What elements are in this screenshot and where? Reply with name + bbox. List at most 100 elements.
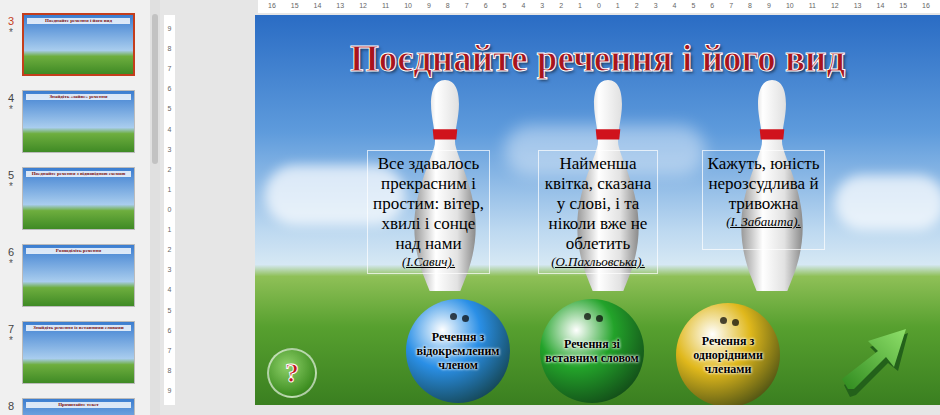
sentence-box[interactable]: Найменша квітка, сказана у слові, і та н… [538,150,658,274]
ruler-left: 9876543210123456789 [164,15,175,405]
ruler-number: 6 [710,1,714,12]
ruler-number: 3 [654,1,658,12]
ruler-number: 3 [168,266,172,274]
ruler-number: 8 [168,45,172,53]
slide-thumbnail[interactable]: Розподіліть речення [22,244,135,307]
slide-number: 3 [8,15,14,28]
editor-area: 1615141312111098765432101234567891011121… [160,0,940,415]
ruler-number: 7 [168,65,172,73]
sentence-author: (О.Пахльовська). [542,254,654,270]
ruler-number: 13 [854,1,862,12]
ruler-number: 5 [691,1,695,12]
slide-thumbnail[interactable]: Поєднайте речення з відповідною схемою [22,167,135,230]
answer-ball[interactable]: Речення зі вставним словом [540,299,644,403]
ruler-number: 5 [503,1,507,12]
ruler-number: 2 [168,166,172,174]
slide-thumbnail[interactable]: Прочитайте текст [22,398,135,415]
slide-thumbnail[interactable]: Знайдіть «зайве» речення [22,90,135,153]
sentence-text: Найменша квітка, сказана у слові, і та н… [542,154,654,254]
ruler-number: 0 [168,206,172,214]
slide-thumbnail-row[interactable]: 4* Знайдіть «зайве» речення [0,90,150,167]
answer-ball[interactable]: Речення з відокремленим членом [406,299,510,403]
ruler-number: 16 [922,1,930,12]
ruler-number: 10 [786,1,794,12]
ruler-number: 4 [168,286,172,294]
thumbnail-title: Розподіліть речення [26,248,131,254]
app-window: 3*Поєднайте речення і його вид4*Знайдіть… [0,0,940,415]
ruler-number: 5 [168,105,172,113]
ruler-number: 11 [809,1,816,12]
thumbnail-title: Поєднайте речення і його вид [27,18,130,24]
ruler-number: 14 [314,1,322,12]
ruler-number: 1 [616,1,620,12]
ball-hole [732,319,739,326]
ruler-number: 4 [521,1,525,12]
slide-thumbnail-row[interactable]: 6* Розподіліть речення [0,244,150,321]
ruler-number: 16 [268,1,276,12]
slide-number: 5 [8,169,14,182]
ruler-number: 15 [899,1,907,12]
slide-thumbnail-row[interactable]: 3* Поєднайте речення і його вид [0,13,150,90]
ruler-number: 4 [673,1,677,12]
slide-thumbnail[interactable]: Знайдіть речення із вставними словами [22,321,135,384]
ruler-number: 9 [427,1,431,12]
ruler-number: 8 [446,1,450,12]
thumbnail-title: Знайдіть речення із вставними словами [26,325,131,331]
ruler-number: 3 [168,146,172,154]
ruler-number: 12 [831,1,839,12]
ruler-number: 13 [336,1,344,12]
ruler-number: 8 [748,1,752,12]
ruler-number: 6 [168,327,172,335]
answer-label: Речення з відокремленим членом [408,330,508,372]
ball-hole [584,313,591,320]
ruler-number: 14 [876,1,884,12]
animation-star: * [9,182,13,192]
answer-label: Речення зі вставним словом [542,337,642,365]
ruler-number: 15 [291,1,299,12]
slide[interactable]: Поєднайте речення і його видВсе здавалос… [255,15,940,405]
ruler-number: 0 [597,1,601,12]
slide-number: 4 [8,92,14,105]
ball-hole [450,313,457,320]
slide-number: 6 [8,246,14,259]
animation-star: * [9,28,13,38]
sentence-box[interactable]: Все здавалось прекрасним і простим: віте… [367,150,490,274]
slide-thumbnail-row[interactable]: 5* Поєднайте речення з відповідною схемою [0,167,150,244]
sentence-text: Кажуть, юність нерозсудлива й тривожна [706,154,821,214]
ball-hole [462,315,469,322]
thumbnail-title: Поєднайте речення з відповідною схемою [26,171,131,177]
sentence-author: (І. Забашта). [706,214,821,230]
ruler-number: 3 [540,1,544,12]
ruler-number: 2 [559,1,563,12]
ruler-number: 8 [168,367,172,375]
ruler-number: 6 [168,85,172,93]
ruler-number: 2 [168,246,172,254]
ball-hole [720,317,727,324]
ruler-number: 9 [168,387,172,395]
answer-ball[interactable]: Речення з однорідними членами [676,303,780,405]
ruler-top: 1615141312111098765432101234567891011121… [258,0,940,13]
animation-star: * [9,105,13,115]
ruler-number: 10 [404,1,412,12]
help-button[interactable]: ? [267,348,317,398]
next-arrow-icon[interactable] [840,327,912,399]
slide-number: 7 [8,323,14,336]
ruler-number: 2 [635,1,639,12]
ruler-number: 7 [168,347,172,355]
thumbnail-title: Знайдіть «зайве» речення [26,94,131,100]
ruler-number: 9 [168,25,172,33]
help-button-label: ? [285,358,299,388]
sentence-box[interactable]: Кажуть, юність нерозсудлива й тривожна(І… [702,150,825,250]
ball-hole [596,315,603,322]
sentence-author: (І.Савич). [371,254,486,270]
slide-number: 8 [8,400,14,413]
animation-star: * [9,259,13,269]
animation-star: * [9,336,13,346]
answer-label: Речення з однорідними членами [678,334,778,376]
slide-thumbnail-row[interactable]: 8 Прочитайте текст [0,398,150,415]
scrollbar-thumb[interactable] [152,14,158,164]
slide-thumbnail[interactable]: Поєднайте речення і його вид [22,13,135,76]
panel-scrollbar[interactable] [150,0,160,415]
slide-thumbnail-row[interactable]: 7* Знайдіть речення із вставними словами [0,321,150,398]
ruler-number: 1 [578,1,582,12]
